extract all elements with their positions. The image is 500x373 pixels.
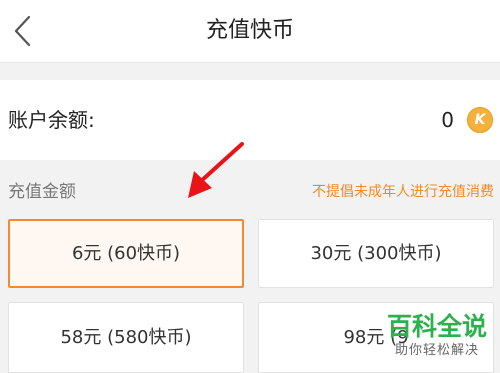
balance-row: 账户余额: 0 K (0, 80, 500, 160)
recharge-amount-label: 充值金额 (8, 182, 76, 202)
balance-value: 0 (441, 108, 454, 132)
minor-warning-notice: 不提倡未成年人进行充值消费 (312, 184, 494, 200)
recharge-option-58[interactable]: 58元 (580快币) (8, 302, 244, 373)
watermark-main: 百科全说 (386, 312, 487, 341)
watermark: 百科全说 助你轻松解决 (382, 312, 492, 360)
recharge-option-30[interactable]: 30元 (300快币) (258, 219, 494, 288)
red-arrow-annotation-icon (188, 142, 244, 198)
recharge-option-6[interactable]: 6元 (60快币) (8, 219, 244, 288)
watermark-sub: 助你轻松解决 (394, 343, 479, 358)
header-bar: 充值快币 (0, 0, 500, 63)
page-title: 充值快币 (205, 18, 294, 43)
coin-icon: K (467, 107, 493, 133)
balance-label: 账户余额: (8, 108, 95, 132)
